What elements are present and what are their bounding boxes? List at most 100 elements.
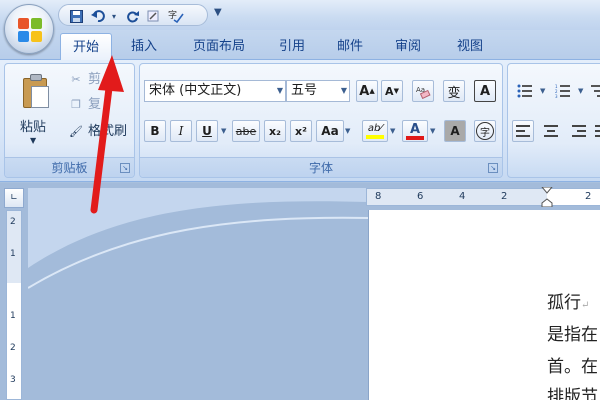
font-group-label: 字体 (140, 157, 502, 177)
numbering-icon[interactable]: 123 (550, 80, 576, 102)
change-case-dropdown-icon[interactable]: ▼ (345, 127, 350, 135)
strikethrough-button[interactable]: abe (232, 120, 260, 142)
ruler-tick: 8 (375, 191, 382, 202)
document-line: 孤行↵ (547, 293, 590, 313)
svg-text:3: 3 (555, 94, 558, 98)
grow-font-label: A (359, 83, 370, 99)
bold-button[interactable]: B (144, 120, 166, 142)
format-icon[interactable] (145, 8, 163, 24)
tab-page-layout[interactable]: 页面布局 (180, 33, 258, 60)
clipboard-group: 粘贴 ▼ ✂ 剪 ❐ 复 🖌 格式刷 剪贴板 ↘ (4, 63, 135, 178)
background-swoosh (28, 188, 368, 289)
underline-dropdown-icon[interactable]: ▼ (221, 127, 226, 135)
paste-button[interactable]: 粘贴 (20, 116, 46, 135)
format-painter-button[interactable]: 🖌 格式刷 (69, 122, 127, 142)
ribbon: 粘贴 ▼ ✂ 剪 ❐ 复 🖌 格式刷 剪贴板 ↘ 宋体 (中文正文) ▼ 五号 … (0, 60, 600, 182)
document-line: 排版节 (547, 387, 598, 400)
font-family-value: 宋体 (中文正文) (149, 83, 242, 98)
cut-label: 剪 (88, 72, 102, 87)
font-size-select[interactable]: 五号 ▼ (286, 80, 350, 102)
horizontal-ruler[interactable]: 8 6 4 2 2 (366, 187, 600, 207)
office-logo-icon (18, 18, 42, 42)
character-shading-button[interactable]: A (444, 120, 466, 142)
font-group: 宋体 (中文正文) ▼ 五号 ▼ A ▲ A ▼ Aa 变 A B I U ▼ ab… (139, 63, 503, 178)
quick-access-toolbar: ▾ 字 (58, 4, 208, 26)
align-right-icon[interactable] (568, 120, 590, 142)
font-launcher-icon[interactable]: ↘ (488, 163, 498, 173)
tab-view[interactable]: 视图 (444, 33, 496, 60)
ruler-margin-area (367, 189, 547, 205)
highlight-dropdown-icon[interactable]: ▼ (390, 127, 395, 135)
clear-formatting-icon[interactable]: Aa (412, 80, 434, 102)
tab-insert[interactable]: 插入 (122, 33, 166, 60)
ruler-tick: 4 (459, 191, 466, 202)
highlight-color-bar (366, 135, 384, 139)
ruler-tick: 2 (10, 343, 16, 353)
shrink-font-button[interactable]: A ▼ (381, 80, 403, 102)
vertical-ruler[interactable]: 2 1 1 2 3 (6, 210, 22, 400)
font-family-select[interactable]: 宋体 (中文正文) ▼ (144, 80, 286, 102)
paste-icon[interactable] (21, 74, 51, 110)
format-painter-label: 格式刷 (88, 124, 128, 139)
align-left-icon[interactable] (512, 120, 534, 142)
tab-selector-button[interactable]: ∟ (4, 188, 24, 208)
bullets-dropdown-icon[interactable]: ▼ (540, 87, 545, 95)
paste-dropdown-icon[interactable]: ▼ (30, 136, 36, 145)
highlight-label: ab⁄ (367, 123, 383, 134)
ribbon-tab-bar: 开始 插入 页面布局 引用 邮件 审阅 视图 (0, 30, 600, 60)
italic-button[interactable]: I (170, 120, 192, 142)
tab-review[interactable]: 审阅 (386, 33, 430, 60)
font-color-button[interactable]: A (402, 120, 428, 142)
copy-button[interactable]: ❐ 复 (69, 95, 101, 115)
undo-dropdown-icon[interactable]: ▾ (105, 8, 123, 24)
phonetic-guide-button[interactable]: 变 (443, 80, 465, 102)
tab-home[interactable]: 开始 (60, 33, 112, 60)
ruler-tick: 2 (10, 217, 16, 227)
ruler-tick: 2 (585, 191, 592, 202)
scissors-icon: ✂ (71, 73, 81, 86)
enclose-characters-label: 字 (476, 122, 494, 140)
subscript-button[interactable]: x₂ (264, 120, 286, 142)
customize-quick-access-dropdown-icon[interactable]: ▼ (214, 7, 222, 18)
ruler-tick: 1 (10, 311, 16, 321)
character-border-label: A (479, 83, 491, 99)
document-line: 首。在 (547, 357, 598, 377)
align-center-icon[interactable] (540, 120, 562, 142)
tab-references[interactable]: 引用 (270, 33, 314, 60)
font-color-dropdown-icon[interactable]: ▼ (430, 127, 435, 135)
spelling-icon[interactable]: 字 (167, 8, 185, 24)
repeat-icon[interactable] (123, 8, 141, 24)
numbering-dropdown-icon[interactable]: ▼ (578, 87, 583, 95)
ruler-tick: 3 (10, 375, 16, 385)
superscript-button[interactable]: x² (290, 120, 312, 142)
font-color-label: A (409, 121, 421, 137)
font-size-value: 五号 (291, 83, 318, 98)
shrink-font-label: A (385, 84, 394, 98)
character-border-button[interactable]: A (474, 80, 496, 102)
font-family-dropdown-icon: ▼ (276, 86, 283, 95)
indent-marker-icon[interactable] (541, 187, 553, 207)
bullets-icon[interactable] (512, 80, 538, 102)
ruler-tick: 2 (501, 191, 508, 202)
save-icon[interactable] (67, 8, 85, 24)
tab-mailings[interactable]: 邮件 (328, 33, 372, 60)
grow-font-button[interactable]: A ▲ (356, 80, 378, 102)
enclose-characters-button[interactable]: 字 (474, 120, 496, 142)
clipboard-launcher-icon[interactable]: ↘ (120, 163, 130, 173)
svg-text:字: 字 (168, 9, 177, 21)
justify-icon[interactable] (594, 120, 600, 142)
change-case-button[interactable]: Aa (316, 120, 344, 142)
paragraph-mark-icon: ↵ (581, 300, 590, 311)
format-painter-icon: 🖌 (69, 125, 83, 138)
multilevel-list-icon[interactable] (588, 80, 600, 102)
font-color-bar (406, 135, 424, 140)
font-size-dropdown-icon: ▼ (340, 86, 347, 95)
highlight-button[interactable]: ab⁄ (362, 120, 388, 142)
ruler-tick: 1 (10, 249, 16, 259)
office-button[interactable] (4, 4, 54, 54)
document-page[interactable]: 孤行↵ 是指在 首。在 排版节 (368, 210, 600, 400)
cut-button[interactable]: ✂ 剪 (69, 70, 101, 90)
document-line: 是指在 (547, 325, 598, 345)
underline-button[interactable]: U (196, 120, 218, 142)
clipboard-group-label: 剪贴板 (5, 157, 134, 177)
